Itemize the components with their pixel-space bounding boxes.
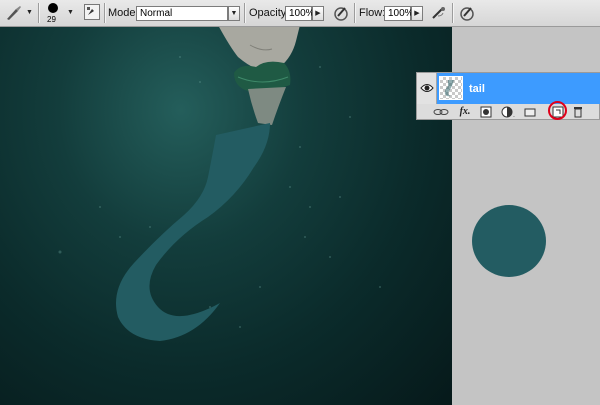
new-layer-highlight-ring bbox=[548, 101, 567, 120]
opacity-input[interactable]: 100% bbox=[285, 6, 315, 21]
pressure-opacity-icon[interactable] bbox=[332, 4, 350, 22]
flow-input[interactable]: 100% bbox=[384, 6, 414, 21]
options-bar: ▼ 29 ▼ Mode: Normal ▼ Opacity: 100% ▶ Fl… bbox=[0, 0, 600, 27]
eye-icon bbox=[420, 84, 434, 92]
mode-select[interactable]: Normal bbox=[136, 6, 228, 21]
layer-row-tail[interactable]: tail bbox=[417, 73, 600, 104]
adjustment-icon[interactable]: . bbox=[501, 106, 517, 119]
brush-panel-icon[interactable] bbox=[84, 4, 100, 20]
airbrush-icon[interactable] bbox=[430, 4, 448, 22]
group-folder-icon[interactable] bbox=[523, 106, 537, 118]
opacity-slider-arrow-icon[interactable]: ▶ bbox=[312, 6, 324, 21]
flow-slider-arrow-icon[interactable]: ▶ bbox=[411, 6, 423, 21]
fx-icon[interactable]: fx. bbox=[457, 106, 473, 118]
pressure-size-icon[interactable] bbox=[458, 4, 476, 22]
layer-name[interactable]: tail bbox=[469, 83, 485, 95]
circle-shape bbox=[472, 205, 546, 277]
layers-toolbar: fx. . bbox=[417, 101, 600, 120]
document-canvas[interactable] bbox=[0, 27, 452, 405]
brush-picker-dropdown-icon[interactable]: ▼ bbox=[67, 9, 74, 16]
mode-dropdown-arrow-icon[interactable]: ▼ bbox=[228, 6, 240, 21]
trash-icon[interactable] bbox=[571, 106, 585, 118]
link-icon[interactable] bbox=[433, 106, 449, 118]
brush-tool-icon[interactable] bbox=[4, 4, 26, 22]
layers-panel: tail fx. . bbox=[416, 72, 600, 120]
canvas-artwork bbox=[58, 27, 381, 341]
brush-size-value: 29 bbox=[47, 15, 56, 24]
svg-text:.: . bbox=[513, 112, 515, 118]
tool-preset-dropdown-icon[interactable]: ▼ bbox=[26, 9, 33, 16]
mode-label: Mode: bbox=[108, 7, 139, 19]
flow-label: Flow: bbox=[359, 7, 386, 19]
visibility-toggle[interactable] bbox=[417, 73, 437, 104]
opacity-label: Opacity: bbox=[249, 7, 290, 19]
mask-icon[interactable] bbox=[479, 106, 493, 118]
layer-thumbnail[interactable] bbox=[439, 76, 463, 100]
brush-preview-icon[interactable] bbox=[48, 3, 58, 13]
